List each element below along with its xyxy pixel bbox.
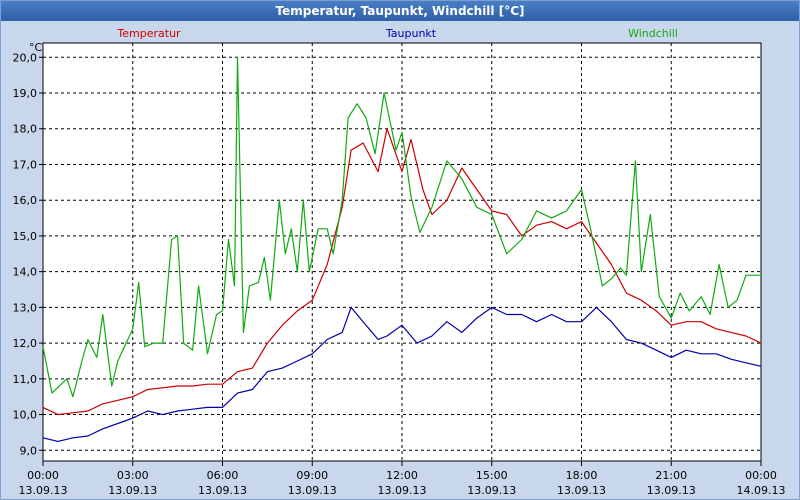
y-axis-unit: °C [29, 41, 43, 54]
y-tick-label: 16,0 [13, 194, 38, 207]
y-tick-label: 11,0 [13, 373, 38, 386]
y-tick-label: 19,0 [13, 87, 38, 100]
x-tick-date-label: 13.09.13 [647, 484, 696, 497]
x-tick-time-label: 21:00 [655, 469, 687, 482]
y-tick-label: 9,0 [20, 444, 38, 457]
y-tick-label: 14,0 [13, 266, 38, 279]
x-tick-time-label: 18:00 [566, 469, 598, 482]
y-axis: 9,0 10,0 11,0 12,0 13,0 14,0 15,0 16,0 17,0 18,0 1… [13, 51, 43, 457]
x-tick-time-label: 03:00 [117, 469, 149, 482]
legend: Temperatur Taupunkt Windchill [116, 27, 678, 40]
x-tick-time-label: 00:00 [27, 469, 59, 482]
y-tick-label: 18,0 [13, 123, 38, 136]
x-tick-date-label: 13.09.13 [378, 484, 427, 497]
x-tick-date-label: 13.09.13 [288, 484, 337, 497]
y-tick-label: 17,0 [13, 158, 38, 171]
chart-window: Temperatur, Taupunkt, Windchill [°C] 9,0… [0, 0, 800, 500]
window-title: Temperatur, Taupunkt, Windchill [°C] [1, 1, 799, 21]
x-tick-time-label: 15:00 [476, 469, 508, 482]
legend-windchill: Windchill [628, 27, 678, 40]
y-tick-label: 13,0 [13, 301, 38, 314]
y-tick-label: 12,0 [13, 337, 38, 350]
legend-taupunkt: Taupunkt [385, 27, 437, 40]
x-tick-date-label: 13.09.13 [19, 484, 68, 497]
x-tick-date-label: 13.09.13 [467, 484, 516, 497]
y-tick-label: 15,0 [13, 230, 38, 243]
x-tick-date-label: 13.09.13 [108, 484, 157, 497]
x-tick-time-label: 06:00 [207, 469, 239, 482]
x-tick-date-label: 14.09.13 [737, 484, 786, 497]
legend-temperatur: Temperatur [116, 27, 181, 40]
x-tick-date-label: 13.09.13 [198, 484, 247, 497]
x-axis: 00:00 13.09.13 03:00 13.09.13 06:00 13.09.13 0… [19, 461, 786, 497]
y-tick-label: 10,0 [13, 409, 38, 422]
x-tick-time-label: 00:00 [745, 469, 777, 482]
x-tick-time-label: 09:00 [296, 469, 328, 482]
x-tick-time-label: 12:00 [386, 469, 418, 482]
x-tick-date-label: 13.09.13 [557, 484, 606, 497]
temperature-chart: 9,0 10,0 11,0 12,0 13,0 14,0 15,0 16,0 17,0 18,0 1… [13, 27, 786, 497]
